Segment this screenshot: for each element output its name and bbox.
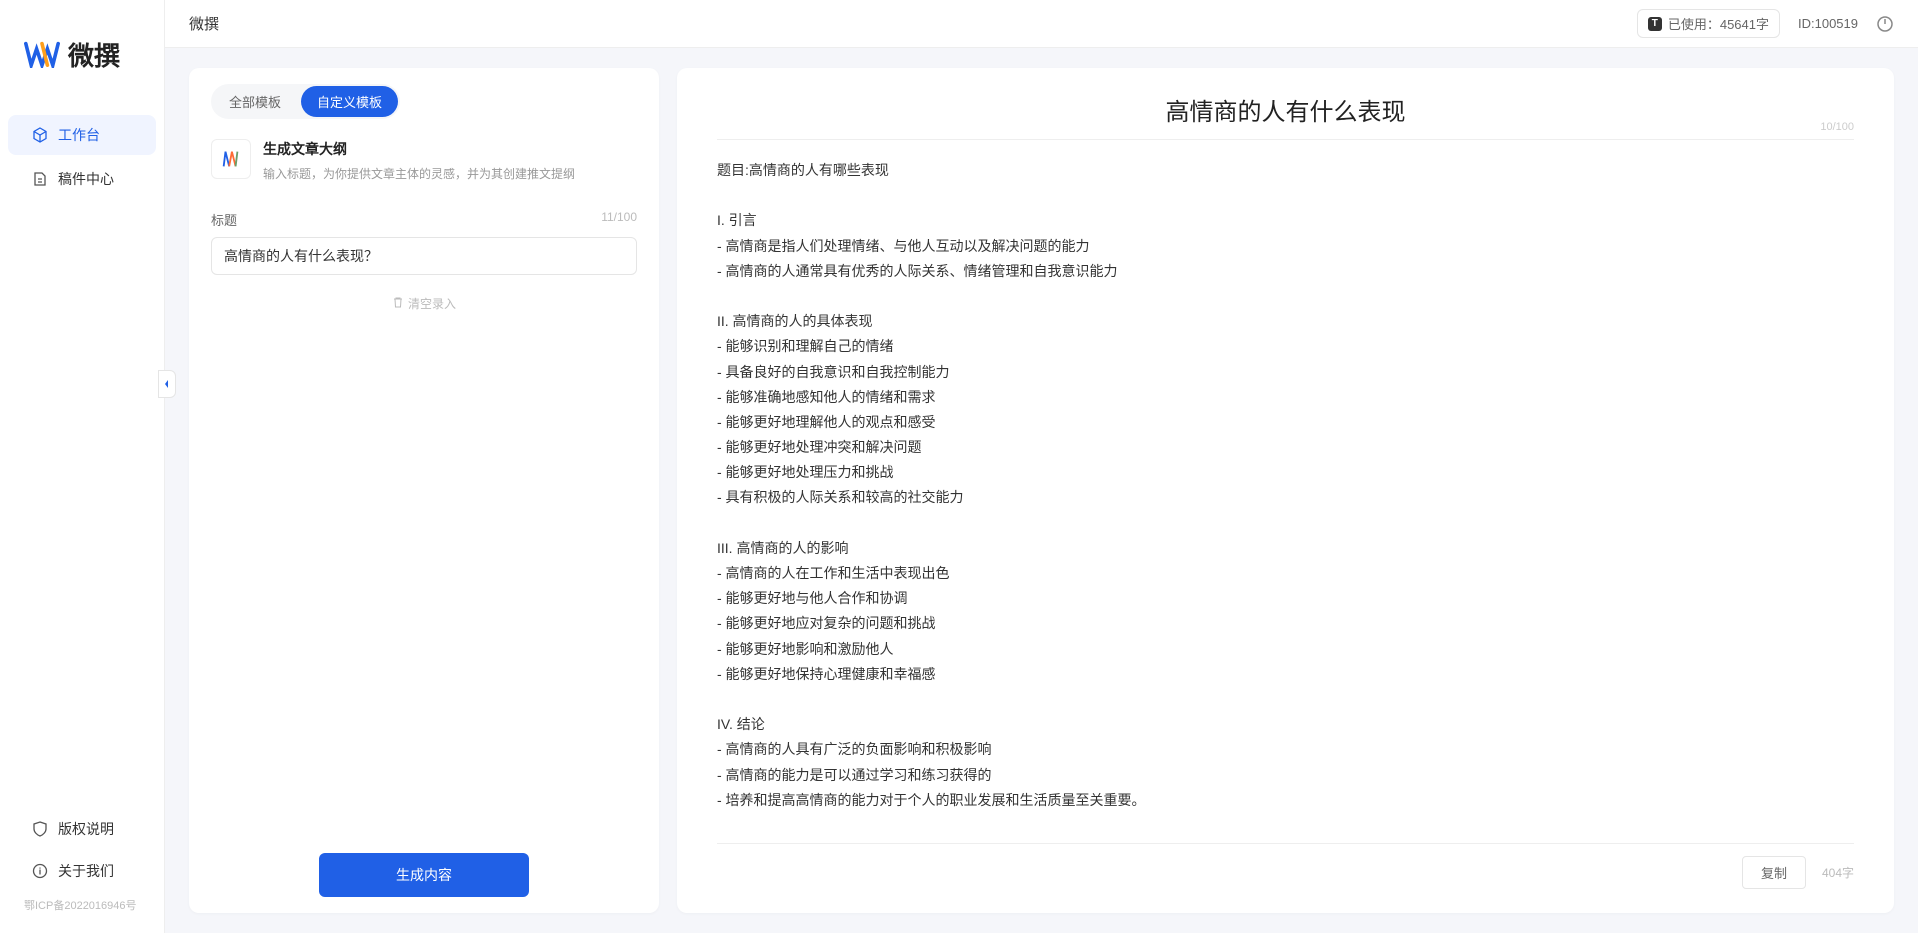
shield-icon (32, 821, 48, 837)
logo: 微撰 (0, 16, 164, 113)
template-icon (211, 139, 251, 179)
usage-text: 已使用：45641字 (1668, 14, 1769, 33)
panel-right: 高情商的人有什么表现 10/100 题目:高情商的人有哪些表现 I. 引言 - … (677, 68, 1894, 913)
info-icon (32, 863, 48, 879)
divider (717, 139, 1854, 140)
title-input[interactable] (211, 237, 637, 275)
nav-item-drafts[interactable]: 稿件中心 (8, 159, 156, 199)
doc-title[interactable]: 高情商的人有什么表现 (1166, 100, 1406, 126)
template-desc: 输入标题，为你提供文章主体的灵感，并为其创建推文提纲 (263, 165, 575, 182)
nav-item-workspace[interactable]: 工作台 (8, 115, 156, 155)
nav-label: 工作台 (58, 125, 100, 145)
power-icon[interactable] (1876, 15, 1894, 33)
clear-button[interactable]: 清空录入 (211, 295, 637, 312)
cube-icon (32, 127, 48, 143)
text-count-icon: T (1648, 17, 1662, 31)
doc-footer: 复制 404字 (717, 843, 1854, 889)
trash-icon (392, 296, 404, 311)
workspace: 全部模板 自定义模板 生成文章大纲 输入标题，为你提供文章主体的灵感，并为其创建… (165, 48, 1918, 933)
icp-text: 鄂ICP备2022016946号 (0, 893, 164, 917)
doc-title-row: 高情商的人有什么表现 10/100 (717, 92, 1854, 139)
tabs: 全部模板 自定义模板 (211, 84, 400, 119)
collapse-handle[interactable] (158, 370, 176, 398)
form-count: 11/100 (601, 210, 637, 229)
nav-label: 稿件中心 (58, 169, 114, 189)
form-row-title: 标题 11/100 (211, 210, 637, 275)
topbar-right: T 已使用：45641字 ID:100519 (1637, 9, 1894, 38)
sidebar-bottom: 版权说明 关于我们 鄂ICP备2022016946号 (0, 807, 164, 933)
generate-button[interactable]: 生成内容 (319, 853, 529, 897)
form-label: 标题 (211, 210, 237, 229)
page-title: 微撰 (189, 13, 219, 34)
topbar: 微撰 T 已使用：45641字 ID:100519 (165, 0, 1918, 48)
usage-badge[interactable]: T 已使用：45641字 (1637, 9, 1780, 38)
tab-all-templates[interactable]: 全部模板 (213, 86, 297, 117)
sidebar: 微撰 工作台 稿件中心 版权说明 (0, 0, 165, 933)
clear-label: 清空录入 (408, 295, 456, 312)
file-icon (32, 171, 48, 187)
nav-item-about[interactable]: 关于我们 (8, 851, 156, 891)
nav-label: 版权说明 (58, 819, 114, 839)
copy-button[interactable]: 复制 (1742, 856, 1806, 889)
panel-left: 全部模板 自定义模板 生成文章大纲 输入标题，为你提供文章主体的灵感，并为其创建… (189, 68, 659, 913)
logo-icon (24, 40, 60, 70)
doc-title-count: 10/100 (1820, 121, 1854, 133)
template-title: 生成文章大纲 (263, 139, 575, 159)
nav-label: 关于我们 (58, 861, 114, 881)
word-count: 404字 (1822, 864, 1854, 881)
nav-item-copyright[interactable]: 版权说明 (8, 809, 156, 849)
doc-body[interactable]: 题目:高情商的人有哪些表现 I. 引言 - 高情商是指人们处理情绪、与他人互动以… (717, 158, 1854, 833)
main: 微撰 T 已使用：45641字 ID:100519 全部模板 自定义模板 (165, 0, 1918, 933)
user-id: ID:100519 (1798, 16, 1858, 31)
tab-custom-templates[interactable]: 自定义模板 (301, 86, 398, 117)
logo-text: 微撰 (68, 36, 120, 73)
template-info: 生成文章大纲 输入标题，为你提供文章主体的灵感，并为其创建推文提纲 (211, 139, 637, 182)
